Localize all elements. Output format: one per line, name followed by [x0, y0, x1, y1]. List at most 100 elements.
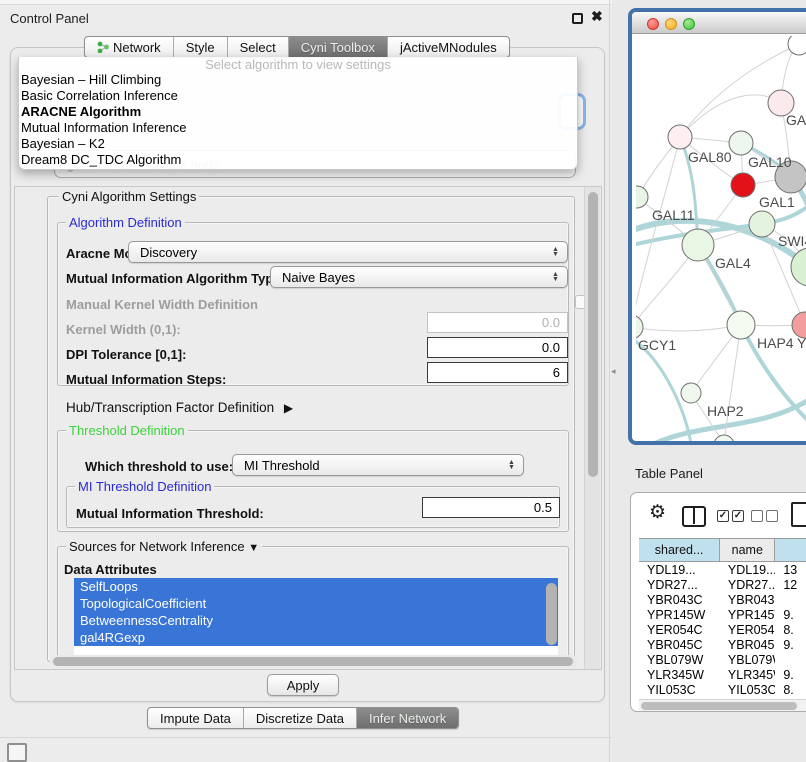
sources-title: Sources for Network Inference [69, 539, 245, 554]
splitter-arrow-icon[interactable]: ◂ [611, 366, 616, 377]
mi-steps-field[interactable] [427, 362, 568, 383]
table-cell: YDR27... [639, 578, 720, 593]
node-label-gal: GAL [786, 112, 806, 128]
docked-panel-icon[interactable] [7, 743, 27, 762]
column-header-shared[interactable]: shared... [639, 539, 720, 561]
tab-discretize-data[interactable]: Discretize Data [244, 708, 357, 728]
node-label-hap2: HAP2 [707, 403, 744, 419]
kernel-width-field[interactable] [427, 312, 568, 333]
table-cell: YPR145W [720, 608, 775, 623]
tab-jactivemnodules-label: jActiveMNodules [400, 40, 497, 55]
aracne-mode-combo[interactable]: Discovery ▲▼ [128, 241, 568, 263]
network-node-hap2[interactable] [681, 383, 701, 403]
data-attribute-item[interactable]: BetweennessCentrality [74, 612, 558, 629]
data-attribute-item[interactable]: SelfLoops [74, 578, 558, 595]
algorithm-option-dream8-dc-tdc-algorithm[interactable]: Dream8 DC_TDC Algorithm [19, 152, 577, 168]
tab-select[interactable]: Select [228, 37, 289, 57]
tab-jactivemnodules[interactable]: jActiveMNodules [388, 37, 509, 57]
network-node-gal4[interactable] [682, 229, 714, 261]
application-window: Control Panel ✖ NetworkStyleSelectCyni T… [0, 0, 806, 762]
deselect-all-icon[interactable] [751, 510, 763, 522]
algorithm-option-bayesian-hill-climbing[interactable]: Bayesian – Hill Climbing [19, 72, 577, 88]
table-row[interactable]: YLR345WYLR345W9. [639, 668, 806, 683]
table-row[interactable]: YDR27...YDR27...12 [639, 578, 806, 593]
which-threshold-combo[interactable]: MI Threshold ▲▼ [232, 454, 524, 476]
network-node-gcy1[interactable] [636, 315, 643, 339]
table-cell: YIL053C [720, 683, 775, 698]
control-panel-tabs: Network Style Select Cyni Toolbox jActiveMNo… [84, 36, 510, 58]
table-cell: YIL053C [639, 683, 720, 698]
tab-cyni-toolbox[interactable]: Cyni Toolbox [289, 37, 388, 57]
network-window-titlebar[interactable] [632, 12, 806, 34]
table-settings-gear-icon[interactable]: ⚙ [649, 503, 666, 523]
algorithm-option-mutual-information-inference[interactable]: Mutual Information Inference [19, 120, 577, 136]
deselect-all-icon[interactable] [766, 510, 778, 522]
table-cell: YBR045C [720, 638, 775, 653]
data-attribute-item[interactable]: TopologicalCoefficient [74, 595, 558, 612]
hub-definition-label: Hub/Transcription Factor Definition [66, 400, 274, 415]
dpi-tolerance-field[interactable] [427, 337, 568, 358]
window-zoom-button[interactable] [683, 18, 695, 30]
network-view-window: GALGAL80GAL10GAL1GAL11GAL4SWI4HAP4YGCY1H… [628, 8, 806, 445]
cyni-mode-tabs: Impute DataDiscretize DataInfer Network [147, 707, 459, 729]
data-attributes-list[interactable]: SelfLoopsTopologicalCoefficientBetweenne… [74, 578, 558, 655]
export-table-icon[interactable] [791, 502, 806, 527]
table-row[interactable]: YBR045CYBR045C9. [639, 638, 806, 653]
algorithm-option-aracne-algorithm[interactable]: ARACNE Algorithm [19, 104, 577, 120]
table-cell: YBR043C [639, 593, 720, 608]
column-header-name[interactable]: name [720, 539, 775, 561]
panel-splitter[interactable] [609, 0, 610, 762]
split-columns-icon[interactable] [682, 506, 706, 527]
window-minimize-button[interactable] [665, 18, 677, 30]
node-label-gal4: GAL4 [715, 255, 751, 271]
algorithm-option-bayesian-k2[interactable]: Bayesian – K2 [19, 136, 577, 152]
network-node-gal1[interactable] [731, 173, 755, 197]
expanded-arrow-icon: ▼ [248, 542, 259, 554]
table-hscroll-thumb[interactable] [641, 702, 797, 710]
table-row[interactable]: YIL053CYIL053C8. [639, 683, 806, 698]
hub-definition-toggle[interactable]: Hub/Transcription Factor Definition ▶ [66, 400, 293, 415]
apply-button[interactable]: Apply [267, 674, 339, 696]
mi-type-value: Naive Bayes [271, 270, 549, 285]
tab-network[interactable]: Network [85, 37, 174, 57]
dpi-tolerance-label: DPI Tolerance [0,1]: [66, 347, 186, 362]
table-row[interactable]: YPR145WYPR145W9. [639, 608, 806, 623]
table-row[interactable]: YDL19...YDL19...13 [639, 563, 806, 578]
network-node[interactable] [714, 435, 734, 443]
select-all-icon[interactable]: ✓ [732, 510, 744, 522]
algorithm-dropdown: Select algorithm to view settings Bayesi… [18, 57, 578, 170]
tab-style-label: Style [186, 40, 215, 55]
float-panel-icon[interactable] [572, 13, 583, 24]
network-node-swi4[interactable] [749, 211, 775, 237]
tab-infer-network[interactable]: Infer Network [357, 708, 458, 728]
table-cell: 13 [775, 563, 806, 578]
network-graph[interactable]: GALGAL80GAL10GAL1GAL11GAL4SWI4HAP4YGCY1H… [636, 36, 806, 443]
tab-style[interactable]: Style [174, 37, 228, 57]
table-row[interactable]: YER054CYER054C8. [639, 623, 806, 638]
network-node-gal80[interactable] [668, 125, 692, 149]
network-node-gal10[interactable] [729, 131, 753, 155]
table-row[interactable]: YBL079WYBL079W [639, 653, 806, 668]
column-header-hidden[interactable] [775, 539, 806, 561]
window-close-button[interactable] [647, 18, 659, 30]
mi-threshold-field[interactable] [422, 497, 560, 518]
table-row[interactable]: YBR043CYBR043C [639, 593, 806, 608]
node-label-gal1: GAL1 [759, 194, 795, 210]
table-cell: 9. [775, 608, 806, 623]
table-cell: 9. [775, 668, 806, 683]
node-label-gal10: GAL10 [748, 154, 792, 170]
network-node[interactable] [788, 36, 806, 55]
settings-hscroll-thumb[interactable] [53, 657, 573, 666]
table-cell: 12 [775, 578, 806, 593]
table-cell: YER054C [639, 623, 720, 638]
data-attribute-item[interactable]: gal4RGexp [74, 629, 558, 646]
tab-impute-data[interactable]: Impute Data [148, 708, 244, 728]
network-node-hap4[interactable] [727, 311, 755, 339]
close-panel-icon[interactable]: ✖ [591, 8, 603, 25]
settings-vscroll-thumb[interactable] [588, 192, 598, 477]
attributes-list-scrollbar[interactable] [546, 583, 557, 645]
algorithm-option-basic-correlation-inference[interactable]: Basic Correlation Inference [19, 88, 577, 104]
select-all-icon[interactable]: ✓ [717, 510, 729, 522]
tab-select-label: Select [240, 40, 276, 55]
mi-type-combo[interactable]: Naive Bayes ▲▼ [270, 266, 568, 288]
